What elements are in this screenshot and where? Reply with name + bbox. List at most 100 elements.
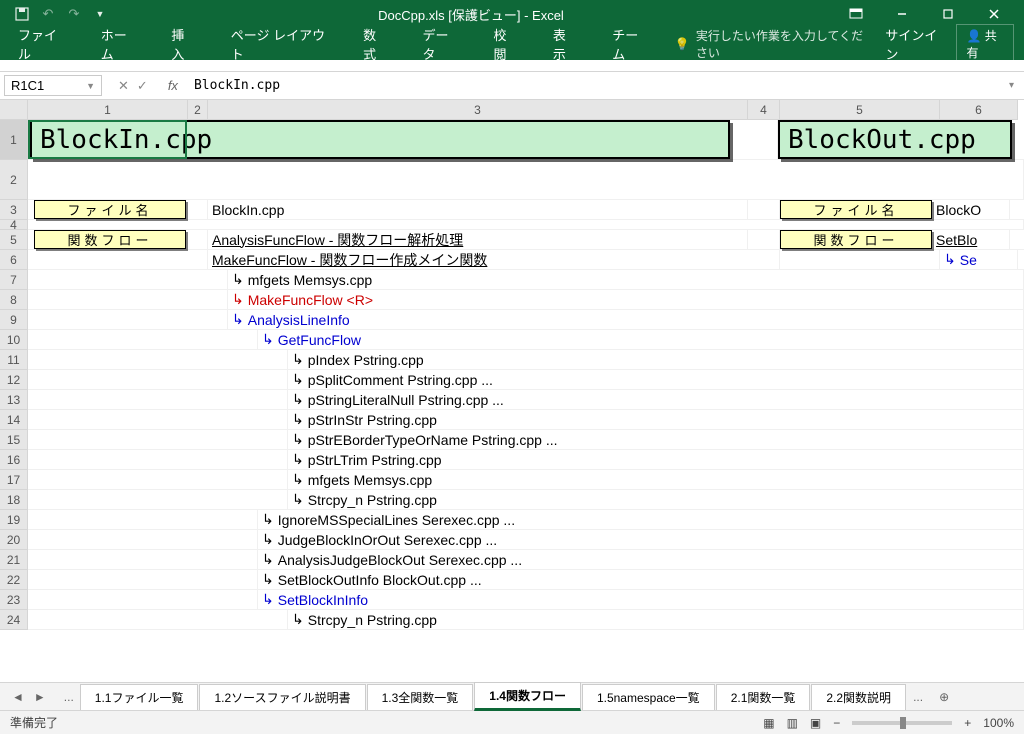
row-header-17[interactable]: 17	[0, 470, 28, 490]
undo-icon[interactable]: ↶	[40, 6, 56, 22]
cell-r22[interactable]: ↳SetBlockOutInfo BlockOut.cpp ...	[258, 570, 1024, 589]
cell-r5[interactable]: AnalysisFuncFlow - 関数フロー解析処理	[208, 230, 748, 249]
save-icon[interactable]	[14, 6, 30, 22]
zoom-slider[interactable]	[852, 721, 952, 725]
sheet-more-left[interactable]: ...	[58, 690, 80, 704]
cell-r7[interactable]: ↳mfgets Memsys.cpp	[228, 270, 1024, 289]
row-header-14[interactable]: 14	[0, 410, 28, 430]
tab-home[interactable]: ホーム	[93, 21, 144, 67]
header-blockout[interactable]: BlockOut.cpp	[778, 120, 1012, 159]
row-header-13[interactable]: 13	[0, 390, 28, 410]
row-header-8[interactable]: 8	[0, 290, 28, 310]
row-header-1[interactable]: 1	[0, 120, 28, 160]
tab-file[interactable]: ファイル	[10, 21, 73, 67]
sheet-tab-3[interactable]: 1.4関数フロー	[474, 682, 581, 711]
tab-formulas[interactable]: 数式	[355, 21, 394, 67]
cell-r24[interactable]: ↳Strcpy_n Pstring.cpp	[288, 610, 1024, 629]
row-header-2[interactable]: 2	[0, 160, 28, 200]
formula-input[interactable]: BlockIn.cpp	[186, 76, 999, 95]
cell-r11[interactable]: ↳pIndex Pstring.cpp	[288, 350, 1024, 369]
col-header-5[interactable]: 5	[780, 100, 940, 120]
row-header-16[interactable]: 16	[0, 450, 28, 470]
cell-r13[interactable]: ↳pStringLiteralNull Pstring.cpp ...	[288, 390, 1024, 409]
cell-r6b[interactable]: ↳Se	[940, 250, 1018, 269]
cell-r15[interactable]: ↳pStrEBorderTypeOrName Pstring.cpp ...	[288, 430, 1024, 449]
row-header-15[interactable]: 15	[0, 430, 28, 450]
select-all-corner[interactable]	[0, 100, 28, 120]
view-pagebreak-icon[interactable]: ▣	[810, 716, 821, 730]
cell-r5b[interactable]: SetBlo	[932, 230, 1010, 249]
tab-data[interactable]: データ	[414, 21, 465, 67]
col-header-1[interactable]: 1	[28, 100, 188, 120]
sheet-more-right[interactable]: ...	[907, 690, 929, 704]
tab-view[interactable]: 表示	[545, 21, 584, 67]
row-header-21[interactable]: 21	[0, 550, 28, 570]
sheet-tab-0[interactable]: 1.1ファイル一覧	[80, 684, 199, 710]
fx-icon[interactable]: fx	[160, 78, 186, 93]
cell-file2[interactable]: BlockO	[932, 200, 1010, 219]
cell-r14[interactable]: ↳pStrInStr Pstring.cpp	[288, 410, 1024, 429]
cell-r16[interactable]: ↳pStrLTrim Pstring.cpp	[288, 450, 1024, 469]
sheet-tab-5[interactable]: 2.1関数一覧	[716, 684, 811, 710]
tab-pagelayout[interactable]: ページ レイアウト	[223, 21, 335, 67]
cell-r12[interactable]: ↳pSplitComment Pstring.cpp ...	[288, 370, 1024, 389]
row-header-11[interactable]: 11	[0, 350, 28, 370]
row-header-7[interactable]: 7	[0, 270, 28, 290]
cell-r18[interactable]: ↳Strcpy_n Pstring.cpp	[288, 490, 1024, 509]
row-header-18[interactable]: 18	[0, 490, 28, 510]
name-box[interactable]: R1C1 ▼	[4, 75, 102, 96]
tab-team[interactable]: チーム	[604, 21, 655, 67]
row-header-24[interactable]: 24	[0, 610, 28, 630]
row-header-20[interactable]: 20	[0, 530, 28, 550]
label-funcflow-2[interactable]: 関数フロー	[780, 230, 932, 249]
zoom-value[interactable]: 100%	[983, 716, 1014, 730]
sheet-tab-6[interactable]: 2.2関数説明	[811, 684, 906, 710]
row-header-23[interactable]: 23	[0, 590, 28, 610]
qat-dropdown-icon[interactable]: ▼	[92, 6, 108, 22]
sheet-tab-1[interactable]: 1.2ソースファイル説明書	[199, 684, 365, 710]
row-header-5[interactable]: 5	[0, 230, 28, 250]
header-blockin[interactable]: BlockIn.cpp	[30, 120, 730, 159]
cell-file1[interactable]: BlockIn.cpp	[208, 200, 748, 219]
row-header-6[interactable]: 6	[0, 250, 28, 270]
cell-r17[interactable]: ↳mfgets Memsys.cpp	[288, 470, 1024, 489]
redo-icon[interactable]: ↷	[66, 6, 82, 22]
label-funcflow-1[interactable]: 関数フロー	[34, 230, 186, 249]
cell-r10[interactable]: ↳GetFuncFlow	[258, 330, 1024, 349]
cells-area[interactable]: BlockIn.cpp BlockOut.cpp ファイル名 BlockIn.c…	[28, 120, 1024, 682]
zoom-in-icon[interactable]: +	[964, 716, 971, 730]
row-header-22[interactable]: 22	[0, 570, 28, 590]
col-header-2[interactable]: 2	[188, 100, 208, 120]
cancel-icon[interactable]: ✕	[118, 78, 129, 94]
cell-r6[interactable]: MakeFuncFlow - 関数フロー作成メイン関数	[208, 250, 780, 269]
cell-r20[interactable]: ↳JudgeBlockInOrOut Serexec.cpp ...	[258, 530, 1024, 549]
row-header-4[interactable]: 4	[0, 220, 28, 230]
expand-formula-icon[interactable]: ▾	[999, 80, 1024, 91]
cell-r19[interactable]: ↳IgnoreMSSpecialLines Serexec.cpp ...	[258, 510, 1024, 529]
add-sheet-icon[interactable]: ⊕	[929, 690, 959, 704]
sheet-tab-2[interactable]: 1.3全関数一覧	[367, 684, 474, 710]
tab-review[interactable]: 校閲	[485, 21, 524, 67]
cell-r9[interactable]: ↳AnalysisLineInfo	[228, 310, 1024, 329]
col-header-3[interactable]: 3	[208, 100, 748, 120]
col-header-4[interactable]: 4	[748, 100, 780, 120]
sheet-nav-prev-icon[interactable]: ◄	[12, 690, 24, 704]
enter-icon[interactable]: ✓	[137, 78, 148, 94]
label-filename-1[interactable]: ファイル名	[34, 200, 186, 219]
label-filename-2[interactable]: ファイル名	[780, 200, 932, 219]
share-button[interactable]: 👤 共有	[956, 24, 1015, 64]
cell-r23[interactable]: ↳SetBlockInInfo	[258, 590, 1024, 609]
row-header-19[interactable]: 19	[0, 510, 28, 530]
ribbon-options-icon[interactable]	[834, 0, 878, 28]
cell-r21[interactable]: ↳AnalysisJudgeBlockOut Serexec.cpp ...	[258, 550, 1024, 569]
tell-me[interactable]: 💡 実行したい作業を入力してください	[675, 27, 866, 61]
view-pagelayout-icon[interactable]: ▥	[787, 716, 798, 730]
sheet-nav-next-icon[interactable]: ►	[34, 690, 46, 704]
col-header-6[interactable]: 6	[940, 100, 1018, 120]
view-normal-icon[interactable]: ▦	[763, 716, 774, 730]
zoom-out-icon[interactable]: −	[833, 716, 840, 730]
spreadsheet-grid[interactable]: 1 2 3 4 5 6 1 2 3 4 5 6 7 8 9 10 11 12 1…	[0, 100, 1024, 682]
tab-insert[interactable]: 挿入	[163, 21, 202, 67]
signin-link[interactable]: サインイン	[885, 25, 941, 63]
row-header-12[interactable]: 12	[0, 370, 28, 390]
